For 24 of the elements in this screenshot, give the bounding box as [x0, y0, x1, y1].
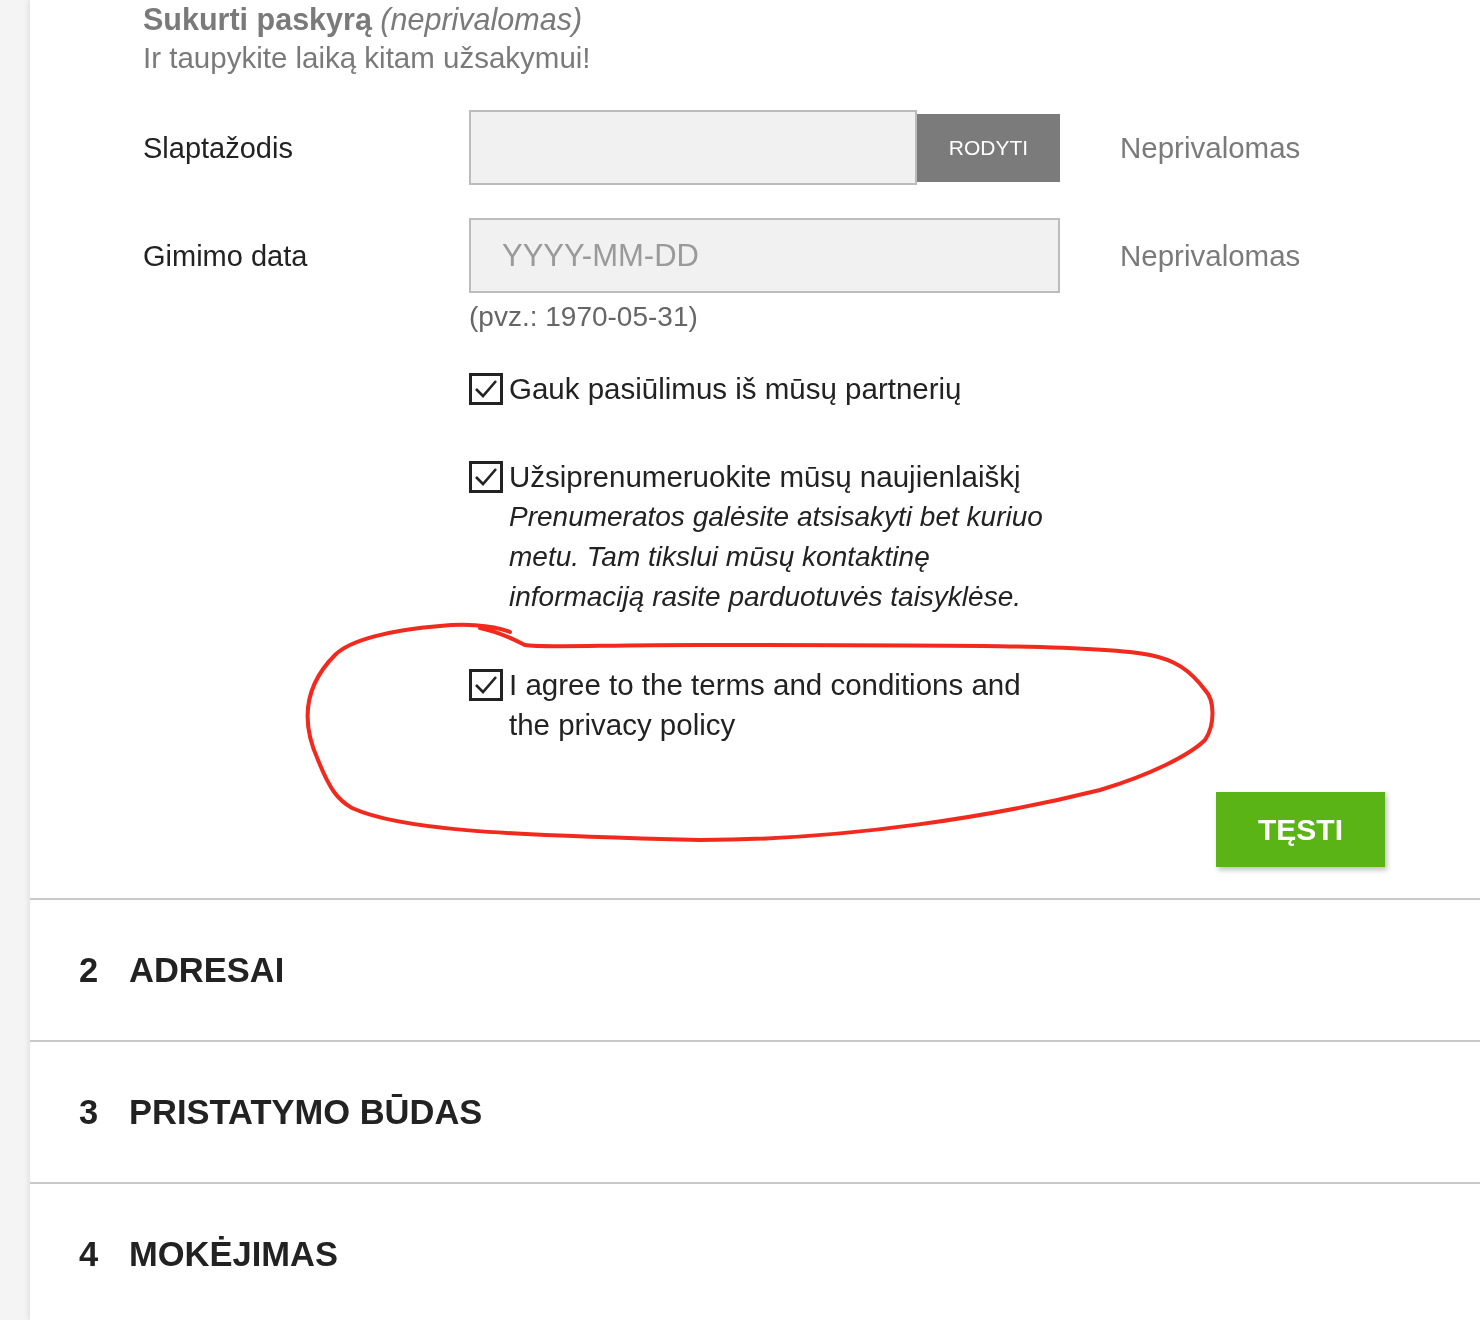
checkbox-label: Gauk pasiūlimus iš mūsų partnerių: [509, 371, 963, 407]
password-field[interactable]: [469, 110, 917, 185]
optional-note: Neprivalomas: [1120, 237, 1301, 274]
field-label: Slaptažodis: [143, 130, 293, 166]
optional-note: Neprivalomas: [1120, 129, 1301, 166]
checkbox[interactable]: [469, 669, 503, 701]
section-subtitle: Ir taupykite laiką kitam užsakymui!: [143, 40, 591, 76]
checkbox[interactable]: [469, 461, 503, 493]
format-hint: (pvz.: 1970-05-31): [469, 300, 698, 334]
section-heading: Sukurti paskyrą (neprivalomas): [143, 1, 583, 38]
checkbox-label: I agree to the terms and conditions and the privacy policy: [509, 667, 1022, 743]
field-label: Gimimo data: [143, 238, 308, 274]
step-title: MOKĖJIMAS: [129, 1234, 338, 1274]
step-title: ADRESAI: [129, 950, 285, 990]
step-number: 3: [79, 1092, 100, 1132]
step-title: PRISTATYMO BŪDAS: [129, 1092, 483, 1132]
step-number: 4: [79, 1234, 100, 1274]
step-number: 2: [79, 950, 100, 990]
checkbox[interactable]: [469, 373, 503, 405]
checkbox-label: Užsiprenumeruokite mūsų naujienlaiškį: [509, 459, 1022, 495]
birth-date-field[interactable]: YYYY-MM-DD: [469, 218, 1060, 293]
show-password-button[interactable]: RODYTI: [917, 113, 1060, 182]
newsletter-note: Prenumeratos galėsite atsisakyti bet kuriuo metu. Tam tikslui mūsų kontaktinę informaciją rasite parduotuvės taisyklėse.: [509, 500, 1044, 614]
continue-button[interactable]: TĘSTI: [1216, 792, 1385, 867]
